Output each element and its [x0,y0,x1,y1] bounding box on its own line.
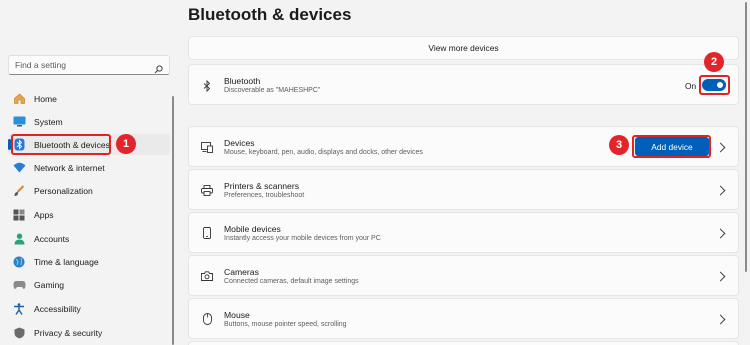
person-icon [12,232,26,246]
sidebar-item-time-language[interactable]: Time & language [8,251,170,272]
sidebar-item-label: Personalization [34,185,93,196]
main-scrollbar[interactable] [745,2,747,272]
sidebar-item-apps[interactable]: Apps [8,204,170,225]
chevron-right-icon [715,314,726,325]
devices-icon [201,141,213,153]
sidebar-item-accounts[interactable]: Accounts [8,228,170,249]
wifi-icon [12,161,26,175]
accessibility-icon [12,302,26,316]
view-more-devices-link[interactable]: View more devices [188,36,739,60]
cameras-title: Cameras [224,267,259,277]
gamepad-icon [12,278,26,292]
sidebar-item-accessibility[interactable]: Accessibility [8,298,170,319]
sidebar-item-label: Gaming [34,279,65,290]
sidebar-item-label: Accessibility [34,303,81,314]
mobile-title: Mobile devices [224,224,281,234]
view-more-label: View more devices [428,43,499,53]
next-row-partial[interactable] [188,341,739,345]
sidebar-item-privacy[interactable]: Privacy & security [8,322,170,343]
sidebar-item-home[interactable]: Home [8,88,170,109]
step-badge-1: 1 [116,134,136,154]
globe-icon [12,255,26,269]
chevron-right-icon [715,271,726,282]
sidebar-item-label: Accounts [34,233,70,244]
mouse-row[interactable]: Mouse Buttons, mouse pointer speed, scro… [188,298,739,339]
sidebar-item-label: Time & language [34,256,99,267]
system-icon [12,115,26,129]
step-badge-2: 2 [704,52,724,72]
home-icon [12,92,26,106]
mobile-devices-row[interactable]: Mobile devices Instantly access your mob… [188,212,739,253]
printers-title: Printers & scanners [224,181,299,191]
mobile-subtitle: Instantly access your mobile devices fro… [224,235,381,242]
sidebar-item-personalization[interactable]: Personalization [8,180,170,201]
cameras-subtitle: Connected cameras, default image setting… [224,278,359,285]
page-title: Bluetooth & devices [188,5,352,24]
sidebar-item-system[interactable]: System [8,111,170,132]
apps-icon [12,208,26,222]
sidebar-item-gaming[interactable]: Gaming [8,274,170,295]
printers-subtitle: Preferences, troubleshoot [224,192,305,199]
printers-row[interactable]: Printers & scanners Preferences, trouble… [188,169,739,210]
devices-subtitle: Mouse, keyboard, pen, audio, displays an… [224,149,423,156]
shield-icon [12,326,26,340]
cameras-row[interactable]: Cameras Connected cameras, default image… [188,255,739,296]
sidebar-item-label: System [34,116,63,127]
chevron-right-icon [715,228,726,239]
bluetooth-state-label: On [685,81,697,91]
bluetooth-title: Bluetooth [224,76,261,86]
search-input[interactable] [15,60,154,70]
highlight-box-add-device [632,135,711,158]
bluetooth-row[interactable]: Bluetooth Discoverable as "MAHESHPC" On [188,64,739,105]
mouse-title: Mouse [224,310,250,320]
camera-icon [201,270,213,282]
sidebar-scrollbar[interactable] [172,96,174,345]
bluetooth-icon [201,80,213,92]
chevron-right-icon [715,185,726,196]
mouse-icon [201,313,213,325]
sidebar-item-label: Home [34,93,57,104]
sidebar-item-label: Network & internet [34,162,105,173]
chevron-right-icon [715,142,726,153]
search-icon[interactable] [154,61,163,73]
bluetooth-subtitle: Discoverable as "MAHESHPC" [224,87,321,94]
printer-icon [201,184,213,196]
phone-icon [201,227,213,239]
highlight-box-bluetooth [11,134,111,155]
sidebar-item-network[interactable]: Network & internet [8,157,170,178]
mouse-subtitle: Buttons, mouse pointer speed, scrolling [224,321,347,328]
sidebar-item-label: Apps [34,209,54,220]
brush-icon [12,184,26,198]
highlight-box-toggle [699,75,730,95]
devices-title: Devices [224,138,255,148]
sidebar: Home System Bluetooth & devices Network … [0,0,178,345]
search-box[interactable] [8,55,170,75]
sidebar-item-label: Privacy & security [34,327,103,338]
step-badge-3: 3 [609,135,629,155]
